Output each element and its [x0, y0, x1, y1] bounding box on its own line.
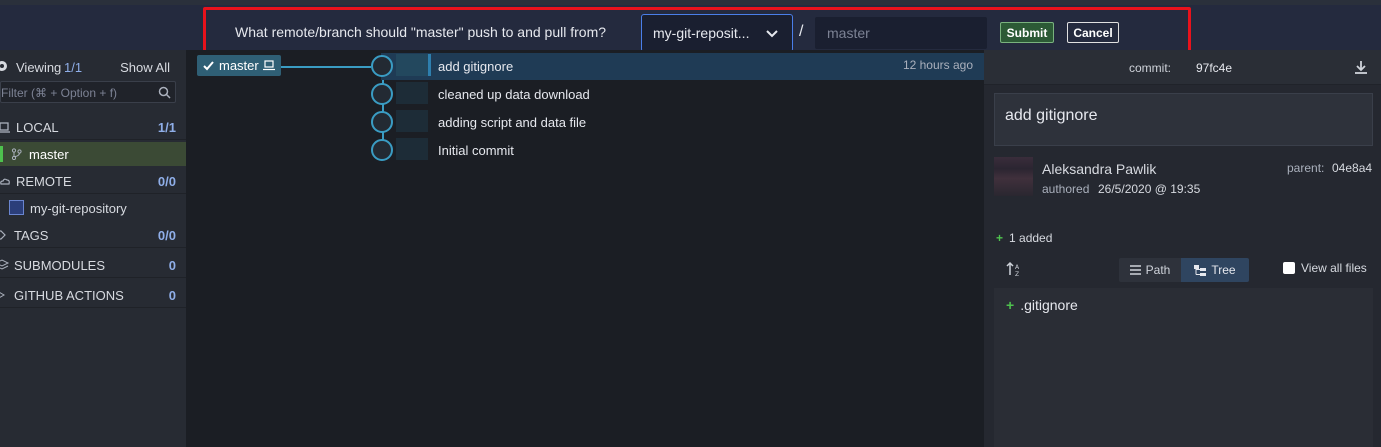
sidebar-branch-label: master [29, 147, 69, 162]
sidebar-remote-repo[interactable]: my-git-repository [0, 196, 186, 220]
commit-header: commit: 97fc4e [984, 50, 1381, 85]
commit-node[interactable] [371, 139, 393, 161]
svg-text:A: A [1015, 264, 1020, 271]
author-avatar [994, 157, 1033, 196]
filter-input[interactable]: Filter (⌘ + Option + f) [0, 81, 176, 103]
commit-message: Initial commit [438, 143, 514, 158]
commit-row[interactable]: cleaned up data download [381, 81, 984, 108]
added-file-icon: + [1006, 297, 1015, 313]
tag-icon [0, 230, 6, 240]
commit-node[interactable] [371, 111, 393, 133]
commit-summary: add gitignore [1005, 107, 1098, 124]
added-count: 1 added [1009, 231, 1053, 245]
file-name: .gitignore [1020, 297, 1078, 313]
sidebar-branch-master[interactable]: master [0, 142, 186, 166]
commit-detail-panel: commit: 97fc4e add gitignore Aleksandra … [984, 50, 1381, 447]
viewing-row: Viewing 1/1 Show All [0, 58, 186, 76]
section-local[interactable]: LOCAL 1/1 [0, 114, 186, 140]
tree-view-label: Tree [1211, 263, 1236, 277]
commit-label: commit: [1129, 61, 1171, 75]
branch-tag-master[interactable]: master [197, 55, 281, 76]
tree-icon [1194, 264, 1207, 276]
section-github-actions-count: 0 [168, 288, 176, 303]
commit-message: adding script and data file [438, 115, 587, 130]
active-branch-marker [0, 146, 3, 162]
file-list: + .gitignore [994, 288, 1373, 447]
viewing-label: Viewing [16, 60, 62, 75]
row-graph-tint [396, 110, 428, 132]
commit-row[interactable]: Initial commit [381, 137, 984, 164]
commit-graph: master add gitignore 12 hours ago cleane… [186, 50, 984, 447]
viewing-count: 1/1 [64, 60, 83, 75]
show-all-link[interactable]: Show All [120, 60, 170, 75]
upstream-dialog-bar: What remote/branch should "master" push … [0, 5, 1381, 58]
commit-node[interactable] [371, 55, 393, 77]
section-remote-count: 0/0 [157, 174, 176, 189]
section-tags-count: 0/0 [157, 228, 176, 243]
filter-placeholder: Filter (⌘ + Option + f) [1, 86, 118, 100]
search-icon [158, 86, 171, 99]
section-submodules-label: SUBMODULES [14, 258, 106, 273]
view-all-label: View all files [1301, 261, 1367, 275]
commit-message: cleaned up data download [438, 87, 590, 102]
parent-sha[interactable]: 04e8a4 [1332, 161, 1372, 175]
row-graph-tint [396, 138, 428, 160]
file-item[interactable]: + .gitignore [1006, 297, 1078, 313]
branch-tag-label: master [219, 58, 259, 73]
branch-icon [11, 148, 22, 160]
view-all-files-toggle[interactable]: View all files [1283, 261, 1367, 275]
download-icon[interactable] [1354, 60, 1368, 74]
repo-avatar-icon [9, 200, 24, 215]
eye-icon [0, 61, 7, 71]
section-remote-label: REMOTE [16, 174, 72, 189]
svg-text:Z: Z [1015, 271, 1019, 277]
play-icon [0, 292, 6, 298]
list-icon [1129, 265, 1141, 275]
path-view-button[interactable]: Path [1119, 258, 1181, 282]
selected-row-accent [428, 54, 431, 76]
section-local-count: 1/1 [157, 120, 176, 135]
branch-connector-line [281, 66, 371, 68]
layers-icon [0, 259, 10, 270]
section-tags[interactable]: TAGS 0/0 [0, 222, 186, 248]
row-graph-tint [396, 82, 428, 104]
path-view-label: Path [1145, 263, 1171, 277]
section-tags-label: TAGS [14, 228, 49, 243]
commit-time: 12 hours ago [902, 58, 973, 72]
section-local-label: LOCAL [16, 120, 59, 135]
row-graph-tint [396, 54, 428, 76]
commit-node[interactable] [371, 83, 393, 105]
cloud-icon [0, 178, 10, 185]
commit-summary-box[interactable]: add gitignore [994, 93, 1373, 146]
tree-view-button[interactable]: Tree [1181, 258, 1249, 282]
plus-icon: + [996, 231, 1004, 245]
section-remote[interactable]: REMOTE 0/0 [0, 168, 186, 194]
section-submodules[interactable]: SUBMODULES 0 [0, 252, 186, 278]
sort-az-icon[interactable]: AZ [1006, 261, 1022, 277]
file-view-toggle: Path Tree [1119, 258, 1249, 282]
parent-label: parent: [1287, 161, 1325, 175]
left-sidebar: Viewing 1/1 Show All Filter (⌘ + Option … [0, 50, 186, 447]
commit-row[interactable]: adding script and data file [381, 109, 984, 136]
authored-date: 26/5/2020 @ 19:35 [1098, 182, 1201, 196]
section-submodules-count: 0 [168, 258, 176, 273]
checkmark-icon [203, 61, 214, 71]
commit-row[interactable]: add gitignore 12 hours ago [381, 53, 984, 80]
section-github-actions-label: GITHUB ACTIONS [14, 288, 124, 303]
laptop-icon [263, 60, 275, 71]
remote-repo-label: my-git-repository [30, 201, 127, 216]
laptop-icon [0, 122, 10, 133]
authored-label: authored [1042, 182, 1090, 196]
file-change-summary: +1 added [996, 231, 1052, 245]
section-github-actions[interactable]: GITHUB ACTIONS 0 [0, 282, 186, 308]
view-all-checkbox[interactable] [1283, 262, 1295, 274]
commit-sha[interactable]: 97fc4e [1196, 61, 1232, 75]
commit-message: add gitignore [438, 59, 514, 74]
author-name: Aleksandra Pawlik [1042, 161, 1157, 177]
